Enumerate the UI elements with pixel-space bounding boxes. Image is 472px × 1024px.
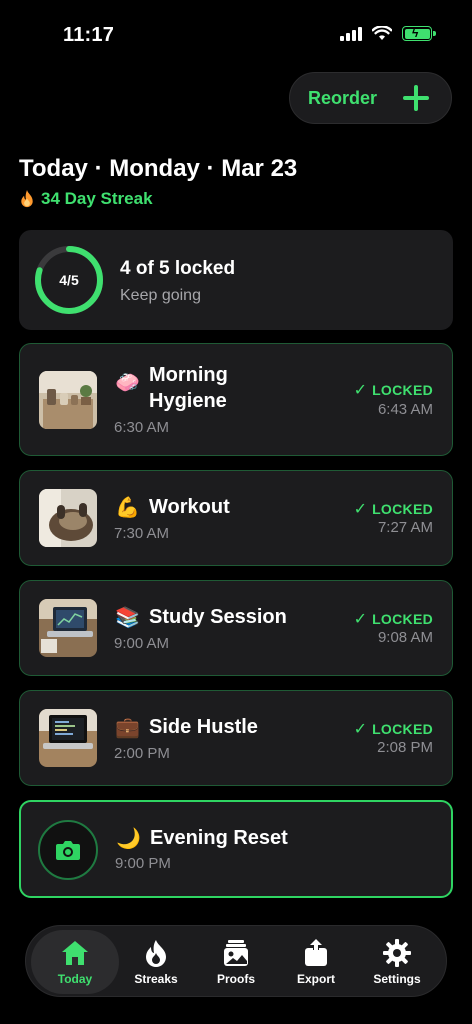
- progress-ring-label: 4/5: [59, 272, 79, 288]
- completed-time: 2:08 PM: [377, 739, 433, 756]
- locked-label: LOCKED: [372, 382, 433, 398]
- task-emoji: 💪: [115, 497, 140, 519]
- photos-icon: [224, 940, 248, 966]
- gear-icon: [383, 939, 411, 967]
- status-icons: ϟ: [340, 26, 436, 41]
- locked-badge: ✓ LOCKED: [354, 380, 433, 400]
- capture-proof-button[interactable]: [38, 820, 98, 880]
- locked-badge: ✓ LOCKED: [354, 609, 433, 629]
- tab-label: Export: [296, 972, 335, 986]
- tab-streaks[interactable]: Streaks: [116, 930, 196, 994]
- task-card-morning-hygiene[interactable]: 🧼 Morning Hygiene 6:30 AM ✓ LOCKED 6:43 …: [19, 343, 453, 456]
- page-title: Today · Monday · Mar 23: [19, 155, 298, 182]
- task-name: Evening Reset: [150, 827, 288, 849]
- locked-label: LOCKED: [372, 611, 433, 627]
- completed-time: 6:43 AM: [377, 401, 433, 418]
- tab-label: Today: [57, 972, 93, 986]
- task-emoji: 🧼: [115, 372, 140, 394]
- check-icon: ✓: [353, 382, 368, 399]
- tab-label: Streaks: [134, 972, 178, 986]
- home-icon: [62, 941, 88, 965]
- battery-charging-icon: ϟ: [402, 26, 436, 41]
- flame-icon: [21, 189, 33, 207]
- task-card-evening-reset[interactable]: 🌙 Evening Reset 9:00 PM: [19, 800, 453, 898]
- progress-title: 4 of 5 locked: [120, 258, 236, 279]
- task-card-side-hustle[interactable]: 💼 Side Hustle 2:00 PM ✓ LOCKED 2:08 PM: [19, 690, 453, 786]
- task-emoji: 🌙: [116, 828, 141, 850]
- locked-label: LOCKED: [372, 721, 433, 737]
- completed-time: 7:27 AM: [377, 519, 433, 536]
- tab-label: Settings: [373, 972, 421, 986]
- task-emoji: 📚: [115, 607, 140, 629]
- task-name: Study Session: [149, 606, 287, 628]
- check-icon: ✓: [353, 721, 368, 738]
- streak-count: 34 Day Streak: [41, 189, 153, 208]
- task-scheduled-time: 9:00 PM: [115, 855, 171, 872]
- reorder-button[interactable]: Reorder: [289, 72, 452, 124]
- task-name: Workout: [149, 496, 230, 518]
- status-time: 11:17: [63, 24, 115, 46]
- task-scheduled-time: 6:30 AM: [114, 419, 170, 436]
- signal-icon: [340, 26, 362, 41]
- task-scheduled-time: 9:00 AM: [114, 635, 170, 652]
- flame-icon: [146, 940, 166, 967]
- tab-settings[interactable]: Settings: [356, 930, 438, 994]
- progress-subtitle: Keep going: [120, 287, 201, 304]
- tab-proofs[interactable]: Proofs: [196, 930, 276, 994]
- task-name: Morning Hygiene: [149, 364, 228, 412]
- check-icon: ✓: [353, 501, 368, 518]
- tab-export[interactable]: Export: [276, 930, 356, 994]
- task-emoji: 💼: [115, 717, 140, 739]
- completed-time: 9:08 AM: [377, 629, 433, 646]
- task-name: Side Hustle: [149, 716, 258, 738]
- proof-thumbnail[interactable]: [39, 371, 97, 429]
- plus-icon[interactable]: [403, 85, 429, 111]
- task-card-workout[interactable]: 💪 Workout 7:30 AM ✓ LOCKED 7:27 AM: [19, 470, 453, 566]
- wifi-icon: [372, 26, 392, 40]
- tab-label: Proofs: [216, 972, 255, 986]
- proof-thumbnail[interactable]: [39, 709, 97, 767]
- streak-summary: 34 Day Streak: [19, 189, 153, 209]
- locked-badge: ✓ LOCKED: [354, 719, 433, 739]
- task-card-study-session[interactable]: 📚 Study Session 9:00 AM ✓ LOCKED 9:08 AM: [19, 580, 453, 676]
- progress-card: 4/5 4 of 5 locked Keep going: [19, 230, 453, 330]
- reorder-label: Reorder: [308, 87, 378, 108]
- camera-icon: [56, 841, 80, 860]
- task-scheduled-time: 2:00 PM: [114, 745, 170, 762]
- locked-badge: ✓ LOCKED: [354, 499, 433, 519]
- locked-label: LOCKED: [372, 501, 433, 517]
- proof-thumbnail[interactable]: [39, 599, 97, 657]
- proof-thumbnail[interactable]: [39, 489, 97, 547]
- tab-bar: Today Streaks Proofs Export Settings: [25, 925, 447, 997]
- share-icon: [305, 939, 327, 966]
- tab-today[interactable]: Today: [31, 930, 119, 994]
- task-scheduled-time: 7:30 AM: [114, 525, 170, 542]
- status-bar: 11:17 ϟ: [0, 0, 472, 60]
- check-icon: ✓: [353, 611, 368, 628]
